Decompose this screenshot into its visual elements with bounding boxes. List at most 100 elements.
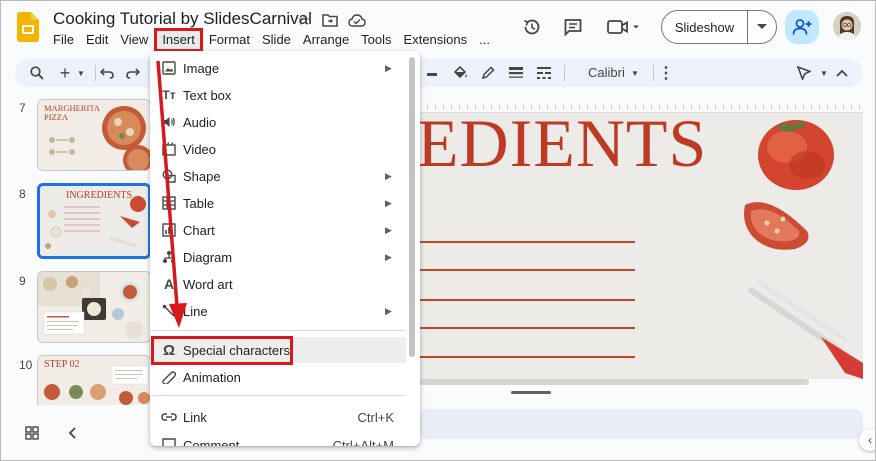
avatar[interactable]	[833, 12, 861, 40]
slide-number: 7	[19, 101, 26, 115]
slide-line	[419, 269, 635, 271]
document-title[interactable]: Cooking Tutorial by SlidesCarnival	[53, 9, 312, 29]
select-cursor-icon[interactable]	[794, 63, 814, 83]
toolbar-divider	[653, 65, 654, 81]
video-call-icon[interactable]	[605, 15, 641, 39]
cloud-saved-icon[interactable]	[347, 10, 367, 30]
line-icon	[160, 302, 178, 320]
menu-more[interactable]: ...	[473, 30, 496, 50]
header: Cooking Tutorial by SlidesCarnival ☆ Fil…	[1, 1, 875, 55]
menu-item-word-art[interactable]: A Word art	[150, 271, 406, 297]
slide-thumbnail-8[interactable]: INGREDIENTS	[37, 183, 151, 259]
slide-thumbnail-9[interactable]	[37, 271, 151, 343]
app-window: Cooking Tutorial by SlidesCarnival ☆ Fil…	[0, 0, 876, 461]
toolbar: + ▼ ▬ Calibri ▼ ⋮ ▼	[15, 59, 863, 87]
font-selector[interactable]: Calibri	[588, 65, 625, 80]
slideshow-label[interactable]: Slideshow	[662, 11, 748, 43]
menu-item-comment[interactable]: Comment Ctrl+Alt+M	[150, 432, 406, 446]
menu-item-text-box[interactable]: Tт Text box	[150, 82, 406, 108]
slide-number: 10	[19, 358, 33, 372]
slide-number: 9	[19, 274, 26, 288]
slide-7-title: MARGHERITA PIZZA	[44, 103, 100, 123]
special-characters-highlight	[151, 336, 293, 365]
horizontal-ruler	[419, 105, 863, 113]
font-dropdown-icon[interactable]: ▼	[625, 63, 645, 83]
table-icon	[160, 194, 178, 212]
side-panel-toggle-icon[interactable]: ‹	[859, 429, 875, 451]
menu-item-label: Animation	[183, 369, 241, 385]
horizontal-scrollbar[interactable]	[419, 379, 809, 385]
menu-item-diagram[interactable]: Diagram ▶	[150, 244, 406, 270]
audio-icon	[160, 113, 178, 131]
line-weight-icon[interactable]	[506, 63, 526, 83]
menu-view[interactable]: View	[114, 30, 154, 50]
comment-icon[interactable]	[561, 15, 585, 39]
select-dropdown-icon[interactable]: ▼	[814, 63, 834, 83]
menu-item-chart[interactable]: Chart ▶	[150, 217, 406, 243]
slide-heading[interactable]: EDIENTS	[419, 113, 707, 177]
slide-line	[419, 356, 635, 358]
shape-icon	[160, 167, 178, 185]
move-to-folder-icon[interactable]	[320, 10, 340, 30]
grid-view-icon[interactable]	[22, 423, 42, 443]
notes-drag-handle[interactable]	[511, 391, 551, 394]
collapse-toolbar-icon[interactable]	[832, 63, 852, 83]
menu-item-shape[interactable]: Shape ▶	[150, 163, 406, 189]
menu-item-image[interactable]: Image ▶	[150, 55, 406, 81]
toolbar-divider	[564, 65, 565, 81]
slideshow-dropdown-icon[interactable]	[748, 11, 776, 43]
menu-item-table[interactable]: Table ▶	[150, 190, 406, 216]
comment-add-icon	[160, 436, 178, 446]
menu-item-audio[interactable]: Audio	[150, 109, 406, 135]
speaker-notes-area[interactable]	[419, 409, 863, 439]
menu-scrollbar[interactable]	[409, 57, 415, 357]
slide-thumbnail-7[interactable]: MARGHERITA PIZZA	[37, 99, 151, 171]
submenu-arrow-icon: ▶	[385, 62, 392, 73]
border-weight-icon[interactable]: ▬	[422, 63, 442, 83]
person-add-icon	[792, 19, 812, 35]
menu-item-animation[interactable]: Animation	[150, 364, 406, 390]
slides-logo-icon[interactable]	[17, 12, 39, 42]
slideshow-button[interactable]: Slideshow	[661, 10, 777, 44]
menu-item-label: Video	[183, 141, 217, 157]
menu-item-link[interactable]: Link Ctrl+K	[150, 404, 406, 430]
slide-10-title: STEP 02	[44, 359, 80, 370]
menu-item-label: Link	[183, 409, 207, 425]
menu-divider	[150, 395, 406, 396]
star-icon[interactable]: ☆	[294, 10, 314, 30]
menu-tools[interactable]: Tools	[355, 30, 397, 50]
menu-item-shortcut: Ctrl+Alt+M	[332, 437, 394, 447]
diagram-icon	[160, 248, 178, 266]
animation-icon	[160, 368, 178, 386]
text-box-icon: Tт	[162, 88, 176, 102]
slide-canvas[interactable]: EDIENTS	[419, 113, 863, 379]
border-color-icon[interactable]	[478, 63, 498, 83]
redo-icon[interactable]	[123, 63, 143, 83]
filmstrip: 7 MARGHERITA PIZZA 8 INGREDIENTS 9 10 ST…	[1, 93, 151, 405]
undo-icon[interactable]	[97, 63, 117, 83]
fill-color-icon[interactable]	[450, 63, 470, 83]
menu-item-video[interactable]: Video	[150, 136, 406, 162]
menu-edit[interactable]: Edit	[80, 30, 114, 50]
menu-insert[interactable]: Insert	[154, 28, 203, 52]
slide-9-preview	[38, 272, 150, 342]
submenu-arrow-icon: ▶	[385, 305, 392, 316]
slide-thumbnail-10[interactable]: STEP 02	[37, 355, 151, 405]
history-icon[interactable]	[520, 15, 544, 39]
word-art-icon: A	[163, 276, 175, 292]
menu-extensions[interactable]: Extensions	[398, 30, 474, 50]
search-menus-icon[interactable]	[27, 63, 47, 83]
new-slide-dropdown-icon[interactable]: ▼	[71, 63, 91, 83]
menu-item-label: Diagram	[183, 249, 233, 265]
line-dash-icon[interactable]	[534, 63, 554, 83]
menu-slide[interactable]: Slide	[256, 30, 297, 50]
collapse-filmstrip-icon[interactable]	[62, 423, 82, 443]
more-options-icon[interactable]: ⋮	[656, 63, 676, 83]
menu-arrange[interactable]: Arrange	[297, 30, 355, 50]
menu-item-line[interactable]: Line ▶	[150, 298, 406, 324]
menu-format[interactable]: Format	[203, 30, 256, 50]
menu-file[interactable]: File	[47, 30, 80, 50]
slide-line	[419, 241, 635, 243]
image-icon	[160, 59, 178, 77]
share-button[interactable]	[785, 10, 819, 44]
